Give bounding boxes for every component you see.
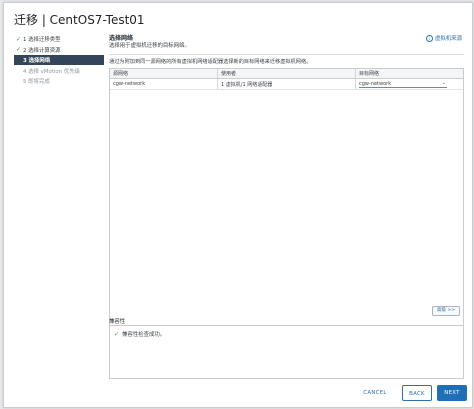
grid-header: 源网络 使用者 目标网络 [110,69,463,79]
table-row[interactable]: cgw-network 1 虚拟机/1 网络适配器 cgw-network ⌄ [110,79,463,90]
wizard-steps: ✓ 1 选择迁移类型 ✓ 2 选择计算资源 3 选择网络 4 选择 vMotio… [14,34,104,87]
network-description: 通过为附加到同一源网络的所有虚拟机网络适配器选择新的目标网络来迁移虚拟机网络。 [109,59,312,65]
column-header-destination[interactable]: 目标网络 [356,69,463,78]
advanced-button[interactable]: 高级 >> [432,306,460,316]
migrate-dialog: 迁移 | CentOS7-Test01 ✓ 1 选择迁移类型 ✓ 2 选择计算资… [3,2,473,408]
info-icon: i [426,34,434,42]
checkmark-icon: ✓ [16,35,22,43]
compatibility-panel: ✓ 兼容性检查成功。 [109,325,464,379]
next-button[interactable]: NEXT [437,385,467,401]
step-ready-to-complete: 5 即将完成 [14,76,104,86]
cell-source-network: cgw-network [110,79,218,89]
step-label: 2 选择计算资源 [23,47,61,54]
section-subtitle: 选择用于虚拟机迁移的目标网络。 [109,43,190,49]
column-header-source[interactable]: 源网络 [110,69,218,78]
step-label: 5 即将完成 [23,79,50,85]
section-divider [109,54,464,55]
vm-origin-link[interactable]: i 虚拟机来源 [426,34,462,42]
step-select-network[interactable]: 3 选择网络 [14,55,104,65]
main-panel: 选择网络 选择用于虚拟机迁移的目标网络。 i 虚拟机来源 通过为附加到同一源网络… [109,33,464,379]
checkmark-icon: ✓ [16,46,22,53]
compatibility-message-text: 兼容性检查成功。 [122,332,166,338]
back-button[interactable]: BACK [402,385,432,401]
cell-destination: cgw-network ⌄ [356,79,463,89]
step-label: 1 选择迁移类型 [23,37,61,43]
step-select-compute-resource[interactable]: ✓ 2 选择计算资源 [14,45,104,55]
checkmark-icon: ✓ [114,330,120,338]
destination-network-value: cgw-network [359,80,392,87]
dialog-title: 迁移 | CentOS7-Test01 [14,13,145,27]
column-header-used-by[interactable]: 使用者 [218,69,356,78]
cancel-button[interactable]: CANCEL [360,385,390,401]
chevron-down-icon: ⌄ [441,80,446,86]
destination-network-select[interactable]: cgw-network ⌄ [359,80,447,88]
step-select-vmotion-priority: 4 选择 vMotion 优先级 [14,66,104,76]
vm-origin-link-label: 虚拟机来源 [435,36,462,42]
step-label: 4 选择 vMotion 优先级 [23,68,80,75]
compatibility-message: ✓ 兼容性检查成功。 [114,330,166,339]
step-label: 3 选择网络 [23,58,51,64]
cell-used-by: 1 虚拟机/1 网络适配器 [218,79,356,89]
compatibility-label: 兼容性 [109,319,126,325]
step-select-migration-type[interactable]: ✓ 1 选择迁移类型 [14,34,104,44]
dialog-footer: CANCEL BACK NEXT [4,385,472,401]
network-grid: 源网络 使用者 目标网络 cgw-network 1 虚拟机/1 网络适配器 c… [109,68,464,340]
